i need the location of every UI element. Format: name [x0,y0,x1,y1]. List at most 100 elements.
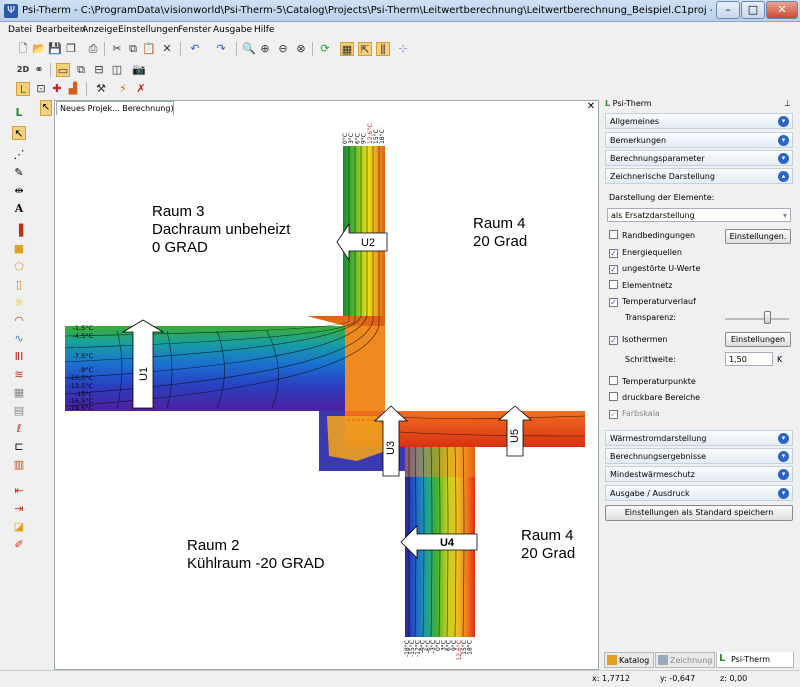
schrittweite-input[interactable]: 1,50 [725,352,773,366]
layer-icon[interactable]: ⚭ [32,63,46,77]
tools-icon[interactable]: ⚒ [94,82,108,96]
arrow-in-icon[interactable]: ⇤ [12,484,26,498]
note-icon[interactable]: ◪ [12,520,26,534]
zoom-in-icon[interactable]: ⊕ [258,42,272,56]
transparenz-slider-track[interactable] [725,318,789,320]
measure-icon[interactable]: ⊹ [396,42,410,56]
curve-icon[interactable]: ∿ [12,332,26,346]
cursor-mode-icon[interactable]: ↖ [40,100,52,116]
profile-icon[interactable]: ⊏ [12,440,26,454]
menu-einstellungen[interactable]: Einstellungen [118,25,179,35]
open-folder-icon[interactable]: 📂 [32,42,46,56]
window-horizontal-icon[interactable]: ⊟ [92,63,106,77]
redo-icon[interactable]: ↷ [214,42,228,56]
menu-ausgabe[interactable]: Ausgabe [213,25,252,35]
einstellungen-button-2[interactable]: Einstellungen [725,332,791,347]
darstellung-select[interactable]: als Ersatzdarstellung ▾ [607,208,791,222]
snap-icon[interactable]: ⇱ [358,42,372,56]
cut-icon[interactable]: ✂ [110,42,124,56]
arc-icon[interactable]: ◠ [12,314,26,328]
polyline-icon[interactable]: ✎ [12,166,26,180]
close-document-icon[interactable]: ✕ [586,101,596,113]
save-icon[interactable]: 💾 [48,42,62,56]
section-berechnungsergebnisse[interactable]: Berechnungsergebnisse ▾ [605,448,793,464]
l-shape-icon[interactable]: L [12,106,26,120]
menu-anzeige[interactable]: Anzeige [82,25,118,35]
cb-ungestoerte[interactable]: ✓ ungestörte U-Werte [609,263,700,276]
document-tab[interactable]: Neues Projek... Berechnung) [56,101,174,115]
cb-energiequellen[interactable]: ✓ Energiequellen [609,247,682,260]
element-icon[interactable]: ⊡ [34,82,48,96]
line-dotted-icon[interactable]: ⋰ [12,148,26,162]
cb-elementnetz[interactable]: Elementnetz [609,280,672,293]
tab-katalog[interactable]: Katalog [604,652,654,668]
window-vertical-icon[interactable]: ◫ [110,63,124,77]
standard-speichern-button[interactable]: Einstellungen als Standard speichern [605,505,793,521]
rectangle-icon[interactable]: ■ [12,242,26,256]
dimension-icon[interactable]: ⇹ [12,184,26,198]
menu-hilfe[interactable]: Hilfe [254,25,274,35]
material-icon[interactable]: ▟ [66,82,80,96]
print-icon[interactable]: ⎙ [86,42,100,56]
text-icon[interactable]: A [12,202,26,216]
tab-zeichnung[interactable]: Zeichnung [655,652,715,668]
section-allgemeines[interactable]: Allgemeines ▾ [605,113,793,129]
clear-icon[interactable]: ✗ [134,82,148,96]
close-window-button[interactable]: ✕ [766,1,798,19]
section-waermestrom[interactable]: Wärmestromdarstellung ▾ [605,430,793,446]
undo-icon[interactable]: ↶ [188,42,202,56]
wand-icon[interactable]: ⚡ [116,82,130,96]
zoom-fit-icon[interactable]: ⊗ [294,42,308,56]
section-mindest[interactable]: Mindestwärmeschutz ▾ [605,466,793,482]
cb-isothermen[interactable]: ✓ Isothermen [609,334,667,347]
delete-icon[interactable]: ✕ [160,42,174,56]
temperature-icon[interactable]: ℓ [12,422,26,436]
camera-icon[interactable]: 📷 [132,63,146,77]
copy-icon[interactable]: ⧉ [126,42,140,56]
grid-table-icon[interactable]: ▦ [12,386,26,400]
pen-icon[interactable]: ✐ [12,538,26,552]
add-red-icon[interactable]: ✚ [50,82,64,96]
2d-view-button[interactable]: 2D [16,63,30,77]
paste-icon[interactable]: 📋 [142,42,156,56]
minimize-button[interactable]: – [716,1,740,19]
cb-farbskala[interactable]: ✓ Farbskala [609,408,660,421]
polygon-icon[interactable]: ⬠ [12,260,26,274]
refresh-icon[interactable]: ⟳ [318,42,332,56]
section-bemerkungen[interactable]: Bemerkungen ▾ [605,132,793,148]
zoom-out-icon[interactable]: ⊖ [276,42,290,56]
menu-datei[interactable]: Datei [8,25,32,35]
pin-icon[interactable]: ⊥ [784,98,791,110]
table-icon[interactable]: ▤ [12,404,26,418]
section-ausgabe[interactable]: Ausgabe / Ausdruck ▾ [605,485,793,501]
menu-fenster[interactable]: Fenster [178,25,211,35]
cb-druckbare[interactable]: druckbare Bereiche [609,392,700,405]
window-cascade-icon[interactable]: ⧉ [74,63,88,77]
new-file-icon[interactable]: 🗋 [16,42,30,56]
select-arrow-icon[interactable]: ↖ [12,126,26,140]
section-berechnungsparameter[interactable]: Berechnungsparameter ▾ [605,150,793,166]
arrow-out-icon[interactable]: ⇥ [12,502,26,516]
wall-icon[interactable]: ▐ [12,224,26,238]
drawing-canvas[interactable]: Raum 3 Dachraum unbeheizt 0 GRAD Raum 4 20 … [57,116,597,668]
cb-randbedingungen[interactable]: Randbedingungen [609,230,695,243]
menu-bearbeiten[interactable]: Bearbeiten [36,25,85,35]
cb-temperaturpunkte[interactable]: Temperaturpunkte [609,376,696,389]
section-zeichnerische[interactable]: Zeichnerische Darstellung ▴ [605,168,793,184]
einstellungen-button-1[interactable]: Einstellungen. [725,229,791,244]
scale-icon[interactable]: ▥ [12,458,26,472]
psi-therm-l-icon[interactable]: L [16,82,30,96]
transparenz-slider-thumb[interactable] [764,311,771,324]
sun-icon[interactable]: ☼ [12,296,26,310]
heat-icon[interactable]: ≋ [12,368,26,382]
boundary-icon[interactable]: ⅡⅠ [12,350,26,364]
tab-psi-therm[interactable]: L Psi-Therm [716,652,794,668]
window-single-icon[interactable]: ▭ [56,63,70,77]
save-all-icon[interactable]: ❐ [64,42,78,56]
grid-icon[interactable]: ▦ [340,42,354,56]
cb-temperaturverlauf[interactable]: ✓ Temperaturverlauf [609,296,696,309]
zoom-icon[interactable]: 🔍 [242,42,256,56]
columns-icon[interactable]: ⫼ [376,42,390,56]
maximize-button[interactable]: □ [741,1,765,19]
door-icon[interactable]: ▯ [12,278,26,292]
